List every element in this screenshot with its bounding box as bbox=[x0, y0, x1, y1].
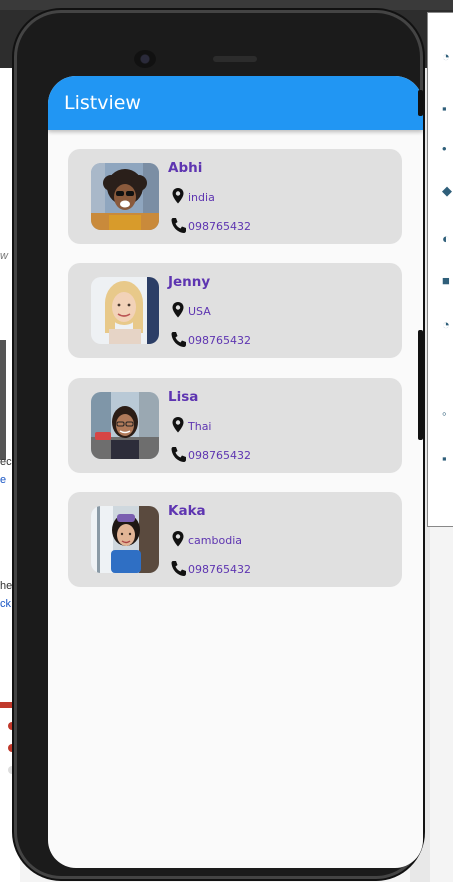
toolbar-icon[interactable]: ◔ bbox=[442, 50, 453, 63]
contact-phone: 098765432 bbox=[188, 563, 251, 576]
contact-name: Kaka bbox=[168, 503, 206, 519]
toolbar-icon[interactable]: ■ bbox=[442, 274, 453, 287]
contact-avatar bbox=[91, 506, 159, 573]
toolbar-icon[interactable]: ▪ bbox=[442, 452, 453, 465]
phone-frame: Listview Abhi india 098765432 Jenny USA … bbox=[17, 13, 423, 876]
contact-name: Lisa bbox=[168, 389, 199, 405]
contact-name: Jenny bbox=[168, 274, 211, 290]
phone-volume-button bbox=[418, 90, 423, 116]
contact-location: USA bbox=[188, 305, 211, 318]
toolbar-icon[interactable]: ◔ bbox=[442, 318, 453, 331]
location-pin-icon bbox=[172, 417, 184, 433]
background-right-toolbar: ◔ ▪ • ◆ ◐ ■ ◔ ◦ ▪ bbox=[427, 12, 453, 527]
background-link-fragment[interactable]: e bbox=[0, 474, 6, 486]
toolbar-icon[interactable]: ▪ bbox=[442, 102, 453, 115]
toolbar-icon[interactable]: ◆ bbox=[442, 184, 453, 197]
location-pin-icon bbox=[172, 531, 184, 547]
toolbar-icon[interactable]: • bbox=[442, 142, 453, 155]
toolbar-icon[interactable]: ◦ bbox=[442, 407, 453, 420]
contact-avatar bbox=[91, 277, 159, 344]
phone-side-button bbox=[418, 330, 423, 440]
background-bullet-dot bbox=[8, 766, 16, 774]
background-link-fragment[interactable]: ck bbox=[0, 598, 11, 610]
front-camera-icon bbox=[134, 50, 156, 68]
contact-phone: 098765432 bbox=[188, 220, 251, 233]
toolbar-icon[interactable]: ◐ bbox=[442, 232, 453, 245]
contact-name: Abhi bbox=[168, 160, 203, 176]
location-pin-icon bbox=[172, 302, 184, 318]
contact-card[interactable]: Lisa Thai 098765432 bbox=[68, 378, 402, 473]
phone-icon bbox=[171, 561, 186, 576]
contact-phone: 098765432 bbox=[188, 334, 251, 347]
background-text-fragment: w bbox=[0, 250, 8, 262]
contact-card[interactable]: Kaka cambodia 098765432 bbox=[68, 492, 402, 587]
contact-avatar bbox=[91, 392, 159, 459]
background-titlebar bbox=[0, 0, 453, 10]
background-bullet-dot bbox=[8, 722, 16, 730]
contact-card[interactable]: Jenny USA 098765432 bbox=[68, 263, 402, 358]
background-text-fragment: ec bbox=[0, 456, 12, 468]
contact-location: india bbox=[188, 191, 215, 204]
location-pin-icon bbox=[172, 188, 184, 204]
phone-icon bbox=[171, 332, 186, 347]
phone-icon bbox=[171, 218, 186, 233]
background-red-marker bbox=[0, 702, 14, 708]
contact-location: cambodia bbox=[188, 534, 242, 547]
earpiece-speaker bbox=[213, 56, 257, 62]
desktop-stage: w ec e he ck ◔ ▪ • ◆ ◐ ■ ◔ ◦ ▪ Listview bbox=[0, 0, 453, 882]
phone-icon bbox=[171, 447, 186, 462]
background-text-fragment: he bbox=[0, 580, 13, 592]
contact-location: Thai bbox=[188, 420, 212, 433]
contact-card[interactable]: Abhi india 098765432 bbox=[68, 149, 402, 244]
contact-phone: 098765432 bbox=[188, 449, 251, 462]
app-bar: Listview bbox=[48, 76, 423, 130]
page-title: Listview bbox=[64, 92, 141, 114]
contact-avatar bbox=[91, 163, 159, 230]
app-screen: Listview Abhi india 098765432 Jenny USA … bbox=[48, 76, 423, 868]
background-left-thumbnail bbox=[0, 340, 6, 460]
background-bullet-dot bbox=[8, 744, 16, 752]
